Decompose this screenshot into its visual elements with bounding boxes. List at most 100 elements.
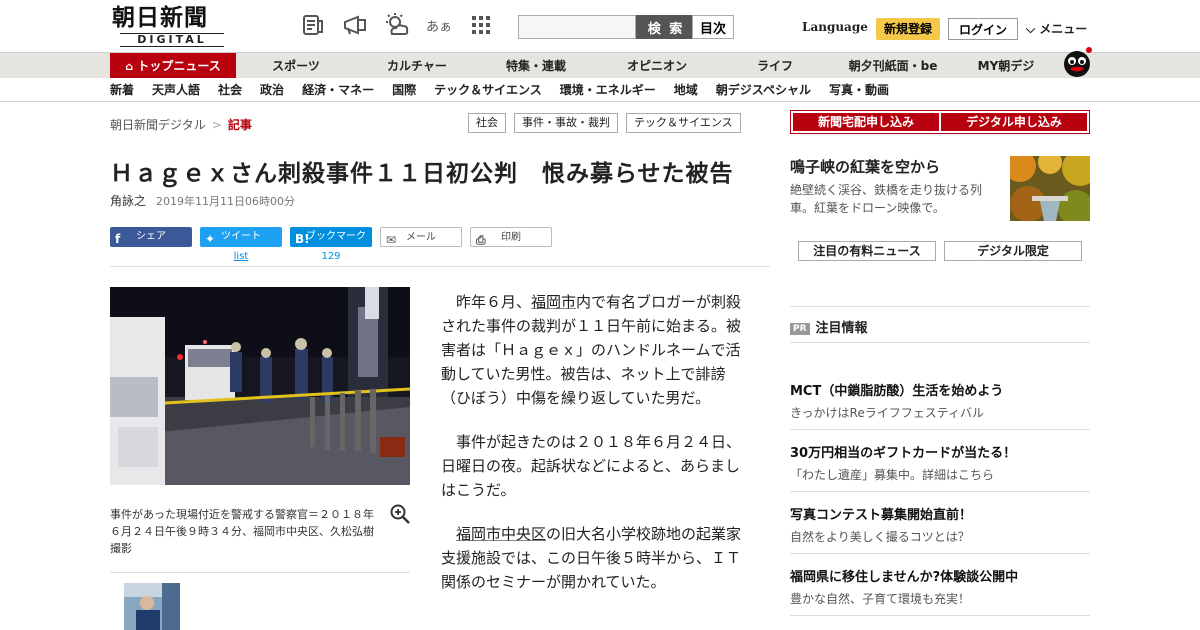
nav-item-culture[interactable]: カルチャー [356, 53, 478, 79]
search-button[interactable]: 検 索 [636, 15, 696, 39]
byline: 角詠之 2019年11月11日06時00分 [110, 192, 295, 209]
mail-icon: ✉ [386, 233, 397, 247]
nav-item-papers[interactable]: 朝夕刊紙面・be [830, 53, 956, 79]
subscribe-home-button[interactable]: 新聞宅配申し込み [793, 113, 939, 131]
photo-caption: 事件があった現場付近を警戒する警察官＝２０１８年６月２４日午後９時３４分、福岡市… [110, 508, 374, 555]
pr-item[interactable]: 30万円相当のギフトカードが当たる！ 「わたし遺産」募集中。詳細はこちら [790, 442, 1090, 483]
author: 角詠之 [110, 194, 147, 208]
nav2-item[interactable]: 政治 [260, 78, 284, 102]
print-label: 印刷 [501, 232, 521, 243]
font-size-glyph: あぁ [426, 19, 453, 35]
search-input[interactable] [518, 15, 636, 39]
newspaper-icon[interactable] [300, 12, 326, 38]
tag-tech[interactable]: テック＆サイエンス [626, 113, 741, 133]
hatena-icon: B! [295, 232, 310, 246]
login-button[interactable]: ログイン [948, 18, 1018, 40]
twitter-list-link[interactable]: list [200, 247, 282, 267]
secondary-nav: 新着 天声人語 社会 政治 経済・マネー 国際 テック＆サイエンス 環境・エネル… [0, 78, 1200, 102]
pr-heading-label: 注目情報 [815, 321, 868, 336]
divider [790, 553, 1090, 554]
menu-label: メニュー [1039, 22, 1088, 36]
feature-photo[interactable] [1010, 156, 1090, 221]
nav-label: トップニュース [137, 59, 221, 73]
grid-icon[interactable] [468, 12, 494, 38]
digital-only-button[interactable]: デジタル限定 [944, 241, 1082, 261]
pr-item[interactable]: 写真コンテスト募集開始直前！ 自然をより美しく撮るコツとは？ [790, 504, 1090, 545]
tag-incidents[interactable]: 事件・事故・裁判 [514, 113, 618, 133]
nav-item-my-asadigi[interactable]: MY朝デジ [956, 53, 1056, 79]
weather-icon[interactable] [384, 12, 410, 38]
nav2-item[interactable]: 新着 [110, 78, 134, 102]
pr-item-title: MCT（中鎖脂肪酸）生活を始めよう [790, 384, 1004, 399]
nav2-item[interactable]: 朝デジスペシャル [716, 78, 811, 102]
megaphone-icon[interactable] [342, 12, 368, 38]
article-title: Ｈａｇｅｘさん刺殺事件１１日初公判 恨み募らせた被告 [110, 161, 734, 187]
divider [110, 572, 410, 573]
nav-item-opinion[interactable]: オピニオン [594, 53, 720, 79]
nav-item-features[interactable]: 特集・連載 [478, 53, 594, 79]
pr-item-title: 写真コンテスト募集開始直前！ [790, 508, 973, 523]
subscribe-box: 新聞宅配申し込み デジタル申し込み [790, 110, 1090, 134]
site-header: 朝日新聞 DIGITAL あぁ 検 索 目次 Language 新規登録 ログイ… [0, 0, 1200, 52]
nav2-item[interactable]: 写真・動画 [829, 78, 889, 102]
pr-item-sub: 「わたし遺産」募集中。詳細はこちら [790, 468, 995, 482]
nav-item-top-news[interactable]: ⌂ トップニュース [110, 53, 236, 79]
facebook-share-button[interactable]: f シェア [110, 227, 192, 247]
site-logo[interactable]: 朝日新聞 DIGITAL [112, 4, 230, 47]
place-link-fukuoka[interactable]: 福岡市 [531, 293, 576, 311]
logo-text: 朝日新聞 [112, 4, 208, 31]
pr-item-sub: 豊かな自然、子育て環境も充実！ [790, 592, 971, 606]
thumbnail-photo[interactable] [124, 583, 180, 630]
publish-date: 2019年11月11日06時00分 [156, 195, 295, 208]
article-paragraph: 事件が起きたのは２０１８年６月２４日、日曜日の夜。起訴状などによると、あらましは… [441, 433, 742, 499]
nav-item-life[interactable]: ライフ [720, 53, 830, 79]
hatena-bookmark-button[interactable]: B! ブックマーク 129 [290, 227, 372, 262]
nav2-item[interactable]: 国際 [392, 78, 416, 102]
nav2-item[interactable]: 天声人語 [152, 78, 200, 102]
font-size-icon[interactable]: あぁ [426, 12, 452, 38]
print-button[interactable]: ⎙ 印刷 [470, 227, 552, 247]
nav2-item[interactable]: 地域 [674, 78, 698, 102]
pr-item-title: 福岡県に移住しませんか?体験談公開中 [790, 570, 1019, 585]
register-button[interactable]: 新規登録 [876, 18, 940, 40]
subscribe-digital-button[interactable]: デジタル申し込み [941, 113, 1087, 131]
article-paragraph: 福岡市中央区の旧大名小学校跡地の起業家支援施設では、この日午後５時半から、ＩＴ関… [441, 522, 745, 594]
divider [790, 342, 1090, 343]
pr-badge: PR [790, 323, 810, 335]
article-body: 昨年６月、福岡市内で有名ブロガーが刺殺された事件の裁判が１１日午前に始まる。被害… [441, 290, 745, 614]
menu-button[interactable]: ⌵ メニュー [1026, 20, 1087, 37]
nav2-item[interactable]: 社会 [218, 78, 242, 102]
place-link-chuo[interactable]: 福岡市中央区 [456, 525, 546, 543]
feature-summary: 絶壁続く渓谷、鉄橋を走り抜ける列車。紅葉をドローン映像で。 [790, 183, 983, 215]
paid-news-button[interactable]: 注目の有料ニュース [798, 241, 936, 261]
divider [790, 429, 1090, 430]
twitter-share-button[interactable]: ✦ ツイート list [200, 227, 282, 262]
mail-share-button[interactable]: ✉ メール [380, 227, 462, 247]
share-buttons: f シェア ✦ ツイート list B! ブックマーク 129 ✉ メール ⎙ … [110, 227, 552, 262]
breadcrumb-home[interactable]: 朝日新聞デジタル [110, 118, 206, 132]
hatena-count[interactable]: 129 [290, 247, 372, 267]
pr-item[interactable]: MCT（中鎖脂肪酸）生活を始めよう きっかけはReライフフェスティバル [790, 380, 1090, 421]
nav-item-sports[interactable]: スポーツ [236, 53, 356, 79]
toc-button[interactable]: 目次 [692, 15, 734, 39]
paragraph-text: 昨年６月、 [441, 293, 532, 311]
mascot-icon[interactable] [1060, 44, 1094, 78]
pr-item[interactable]: 福岡県に移住しませんか?体験談公開中 豊かな自然、子育て環境も充実！ [790, 566, 1090, 607]
tag-society[interactable]: 社会 [468, 113, 506, 133]
nav2-item[interactable]: 環境・エネルギー [560, 78, 656, 102]
zoom-icon[interactable] [390, 504, 410, 524]
print-icon: ⎙ [476, 233, 486, 247]
article-tags: 社会 事件・事故・裁判 テック＆サイエンス [468, 113, 741, 133]
logo-subtext: DIGITAL [120, 33, 224, 47]
breadcrumb-current: 記事 [227, 118, 252, 132]
language-link[interactable]: Language [802, 20, 868, 34]
mail-label: メール [406, 232, 436, 243]
breadcrumb-separator: > [211, 118, 222, 132]
twitter-icon: ✦ [205, 232, 216, 246]
article-photo[interactable] [110, 287, 410, 485]
nav2-item[interactable]: テック＆サイエンス [434, 78, 542, 102]
nav2-item[interactable]: 経済・マネー [302, 78, 374, 102]
home-icon: ⌂ [125, 60, 134, 73]
feature-title[interactable]: 鳴子峡の紅葉を空から [790, 156, 1000, 177]
divider [790, 306, 1090, 307]
